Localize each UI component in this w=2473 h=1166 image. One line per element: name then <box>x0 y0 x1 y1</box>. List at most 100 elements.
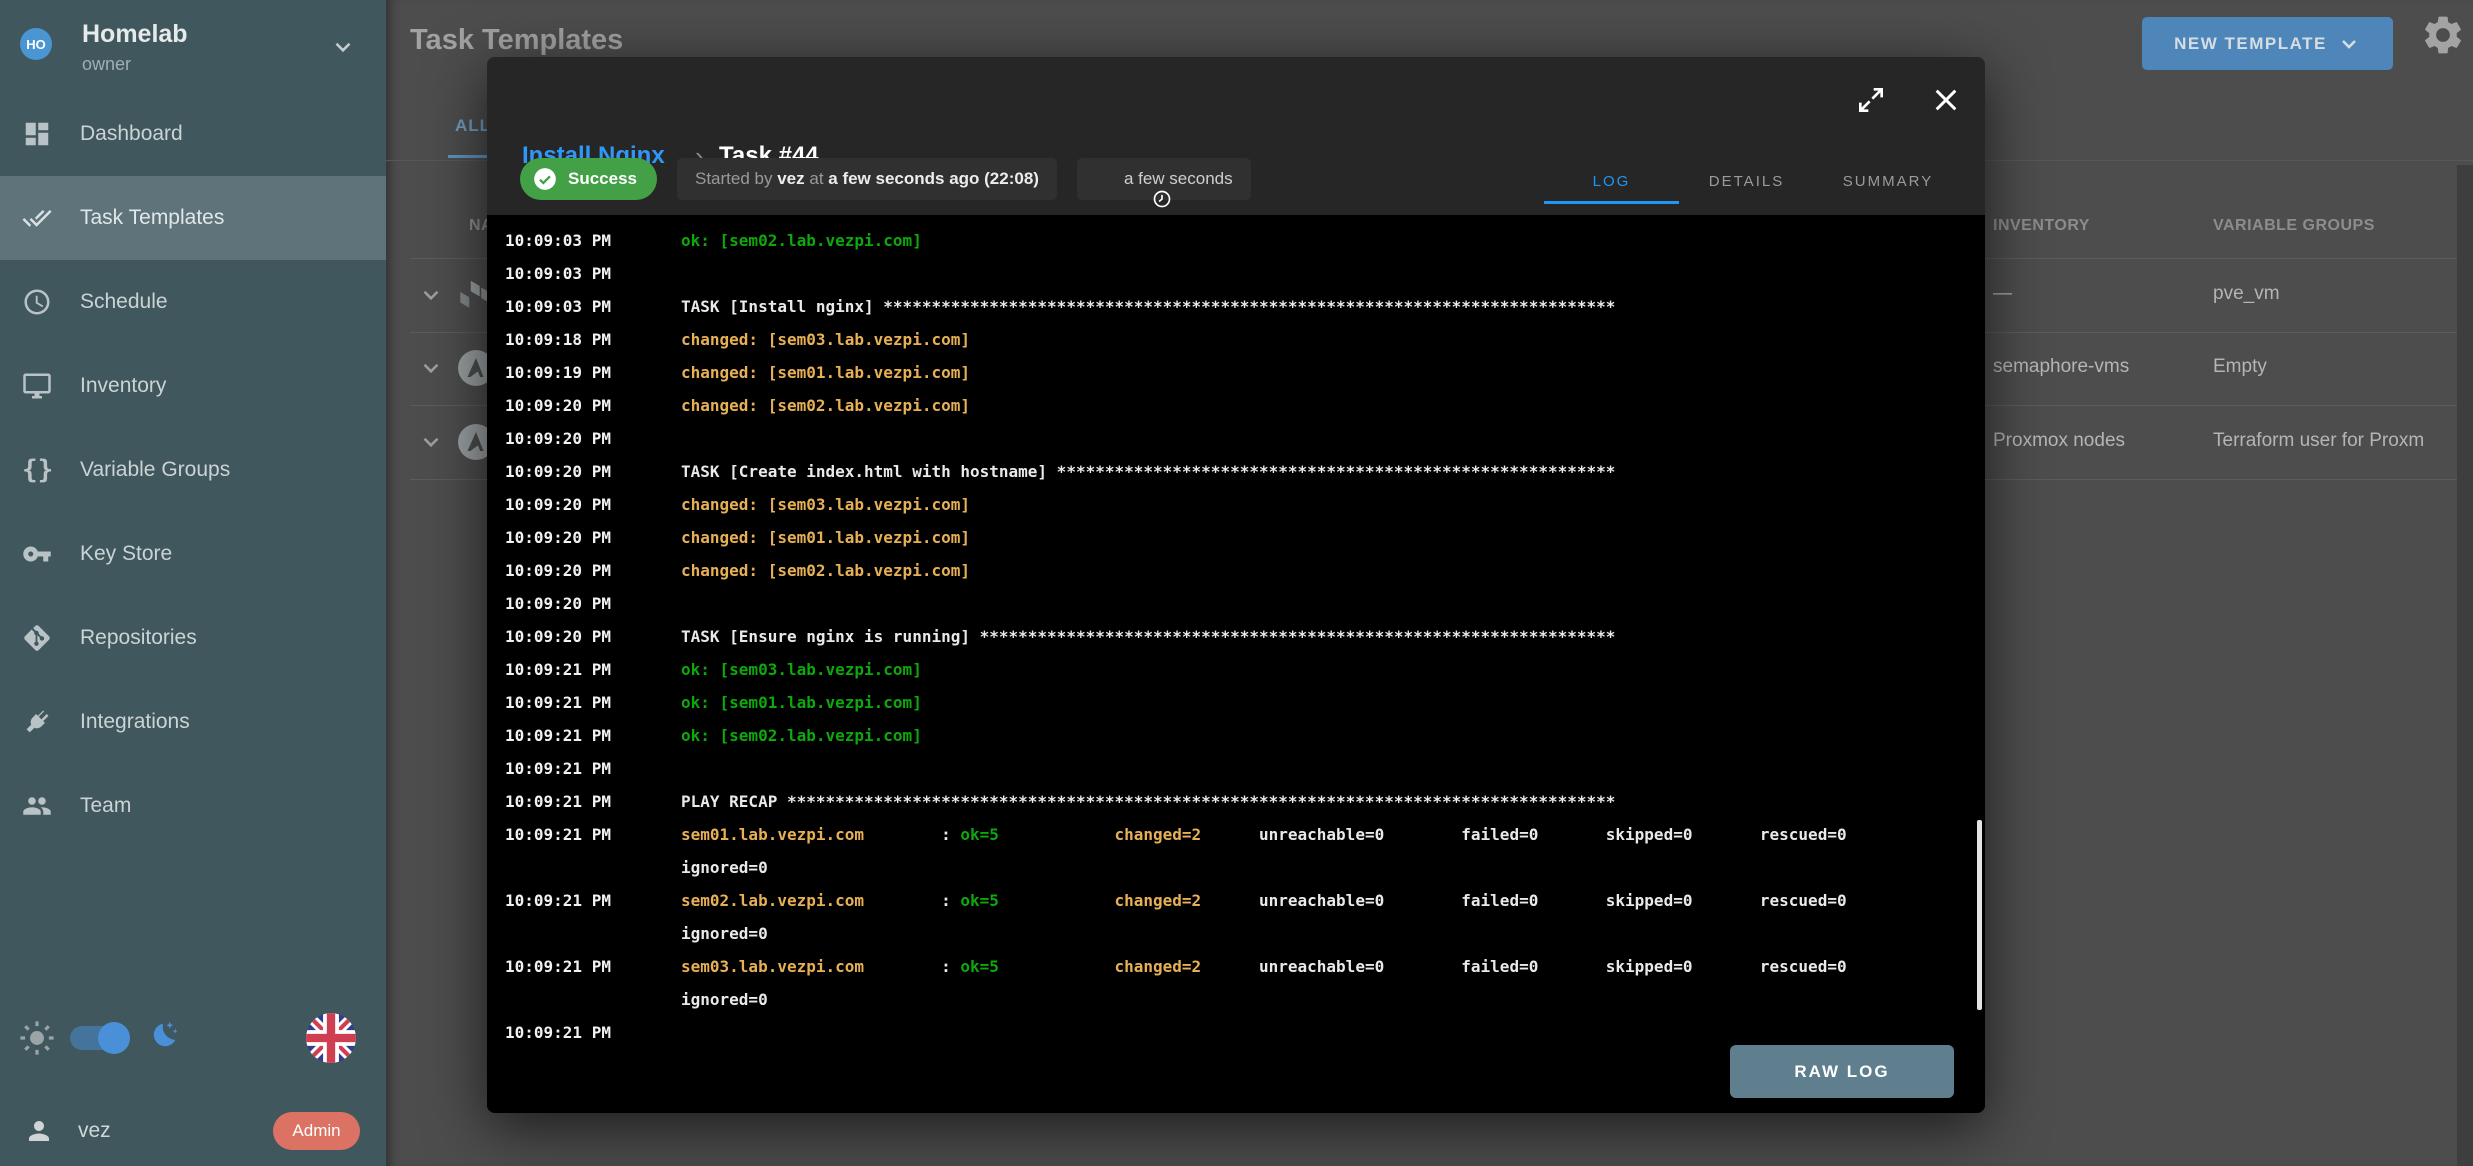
inventory-icon <box>22 371 52 401</box>
cell-inventory: semaphore-vms <box>1993 356 2129 378</box>
clock-icon <box>1095 169 1115 189</box>
log-message: TASK [Create index.html with hostname] *… <box>681 455 1615 488</box>
language-flag-uk[interactable] <box>306 1013 356 1063</box>
log-message: changed: [sem02.lab.vezpi.com] <box>681 389 970 422</box>
log-timestamp: 10:09:21 PM <box>505 719 681 752</box>
log-line: 10:09:20 PMTASK [Ensure nginx is running… <box>505 620 1985 653</box>
sidebar-item-integrations[interactable]: Integrations <box>0 680 386 764</box>
close-icon[interactable] <box>1930 84 1962 116</box>
log-message: ignored=0 <box>681 983 768 1016</box>
person-icon <box>24 1116 54 1146</box>
schedule-icon <box>22 287 52 317</box>
cell-inventory: — <box>1993 283 2012 305</box>
variable-groups-icon: {} <box>22 455 52 485</box>
chevron-down-icon[interactable] <box>418 429 444 455</box>
log-timestamp: 10:09:21 PM <box>505 752 681 785</box>
chevron-down-icon <box>2337 32 2361 56</box>
log-line: 10:09:21 PMsem02.lab.vezpi.com : ok=5 ch… <box>505 884 1985 917</box>
log-line: 10:09:03 PMok: [sem02.lab.vezpi.com] <box>505 224 1985 257</box>
modal-header: Install Nginx › Task #44 Success Started… <box>487 57 1985 215</box>
raw-log-button[interactable]: RAW LOG <box>1730 1045 1954 1098</box>
sidebar: HO Homelab owner Dashboard Task Templates… <box>0 0 386 1166</box>
user-row[interactable]: vez Admin <box>0 1100 386 1166</box>
log-message: changed: [sem03.lab.vezpi.com] <box>681 488 970 521</box>
task-log: 10:09:03 PMok: [sem02.lab.vezpi.com]10:0… <box>487 215 1985 1113</box>
log-line: 10:09:20 PMchanged: [sem03.lab.vezpi.com… <box>505 488 1985 521</box>
theme-switcher <box>0 1013 386 1069</box>
sidebar-item-label: Dashboard <box>80 122 183 146</box>
sidebar-item-task-templates[interactable]: Task Templates <box>0 176 386 260</box>
expand-icon[interactable] <box>1855 84 1887 116</box>
sidebar-item-label: Task Templates <box>80 206 224 230</box>
column-header-inventory: INVENTORY <box>1993 217 2090 235</box>
log-message: changed: [sem03.lab.vezpi.com] <box>681 323 970 356</box>
sidebar-item-inventory[interactable]: Inventory <box>0 344 386 428</box>
team-avatar: HO <box>20 28 52 60</box>
log-timestamp: 10:09:18 PM <box>505 323 681 356</box>
log-message: ok: [sem02.lab.vezpi.com] <box>681 719 922 752</box>
sidebar-item-schedule[interactable]: Schedule <box>0 260 386 344</box>
page-title: Task Templates <box>410 24 623 57</box>
log-line: 10:09:20 PM <box>505 422 1985 455</box>
gear-icon[interactable] <box>2420 12 2466 58</box>
log-line: 10:09:21 PMok: [sem03.lab.vezpi.com] <box>505 653 1985 686</box>
chevron-down-icon[interactable] <box>418 282 444 308</box>
log-message: ok: [sem01.lab.vezpi.com] <box>681 686 922 719</box>
log-line: ignored=0 <box>505 983 1985 1016</box>
sidebar-item-label: Team <box>80 794 131 818</box>
log-timestamp: 10:09:20 PM <box>505 521 681 554</box>
sidebar-item-label: Schedule <box>80 290 168 314</box>
log-line: ignored=0 <box>505 851 1985 884</box>
log-line: 10:09:21 PMok: [sem01.lab.vezpi.com] <box>505 686 1985 719</box>
sidebar-item-repositories[interactable]: Repositories <box>0 596 386 680</box>
log-timestamp: 10:09:21 PM <box>505 884 681 917</box>
log-line: 10:09:20 PMchanged: [sem02.lab.vezpi.com… <box>505 389 1985 422</box>
log-line: 10:09:20 PM <box>505 587 1985 620</box>
modal-tab-summary[interactable]: SUMMARY <box>1814 158 1962 204</box>
status-row: Success Started by vez at a few seconds … <box>520 158 1251 200</box>
sidebar-item-team[interactable]: Team <box>0 764 386 848</box>
sidebar-item-dashboard[interactable]: Dashboard <box>0 92 386 176</box>
dark-mode-toggle[interactable] <box>70 1026 128 1050</box>
sidebar-item-key-store[interactable]: Key Store <box>0 512 386 596</box>
log-line: 10:09:03 PMTASK [Install nginx] ********… <box>505 290 1985 323</box>
tab-all[interactable]: ALL <box>455 116 491 136</box>
sidebar-item-label: Repositories <box>80 626 197 650</box>
new-template-button[interactable]: NEW TEMPLATE <box>2142 17 2393 70</box>
log-timestamp: 10:09:21 PM <box>505 950 681 983</box>
check-circle-icon <box>532 166 558 192</box>
team-switcher[interactable]: HO Homelab owner <box>0 0 386 92</box>
cell-variable-groups: Empty <box>2213 356 2267 378</box>
log-timestamp: 10:09:03 PM <box>505 224 681 257</box>
log-line: 10:09:21 PMPLAY RECAP ******************… <box>505 785 1985 818</box>
log-timestamp <box>505 983 681 1016</box>
log-timestamp: 10:09:03 PM <box>505 290 681 323</box>
log-timestamp: 10:09:20 PM <box>505 389 681 422</box>
log-timestamp: 10:09:21 PM <box>505 653 681 686</box>
modal-tab-log[interactable]: LOG <box>1544 158 1679 204</box>
log-message: ignored=0 <box>681 917 768 950</box>
log-line: 10:09:21 PM <box>505 752 1985 785</box>
admin-badge: Admin <box>273 1112 360 1150</box>
started-user: vez <box>777 169 804 189</box>
log-timestamp: 10:09:21 PM <box>505 785 681 818</box>
modal-tab-details[interactable]: DETAILS <box>1679 158 1814 204</box>
log-line: 10:09:03 PM <box>505 257 1985 290</box>
chevron-down-icon[interactable] <box>330 34 356 60</box>
app-root: HO Homelab owner Dashboard Task Templates… <box>0 0 2473 1166</box>
log-message: changed: [sem01.lab.vezpi.com] <box>681 521 970 554</box>
log-line: 10:09:21 PMsem03.lab.vezpi.com : ok=5 ch… <box>505 950 1985 983</box>
log-line: 10:09:18 PMchanged: [sem03.lab.vezpi.com… <box>505 323 1985 356</box>
moon-stars-icon <box>146 1018 180 1052</box>
duration-chip: a few seconds <box>1077 158 1251 200</box>
log-scrollbar[interactable] <box>1977 820 1982 1010</box>
new-template-label: NEW TEMPLATE <box>2174 34 2327 54</box>
log-line: 10:09:21 PMok: [sem02.lab.vezpi.com] <box>505 719 1985 752</box>
content-scrollbar[interactable] <box>2457 165 2473 1166</box>
sidebar-item-variable-groups[interactable]: {}Variable Groups <box>0 428 386 512</box>
chevron-down-icon[interactable] <box>418 355 444 381</box>
toggle-knob <box>98 1022 130 1054</box>
log-line: ignored=0 <box>505 917 1985 950</box>
team-name: Homelab <box>82 20 188 49</box>
started-middle: at <box>805 169 829 189</box>
